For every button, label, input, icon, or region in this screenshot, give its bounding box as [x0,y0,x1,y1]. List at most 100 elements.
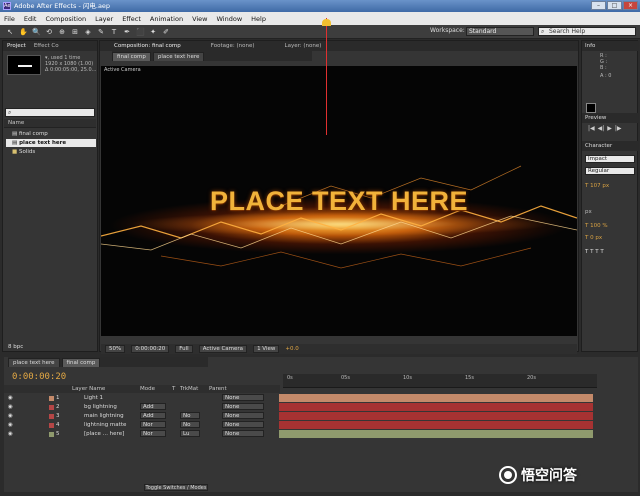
subtab-final-comp[interactable]: final comp [112,52,151,61]
workspace-select[interactable]: Standard [466,27,534,36]
col-layer-name[interactable]: Layer Name [72,385,105,393]
col-parent[interactable]: Parent [209,385,227,393]
project-column-name[interactable]: Name [4,119,96,128]
roto-brush-tool-icon[interactable]: ✦ [149,28,157,36]
close-button[interactable]: × [623,1,638,10]
col-t[interactable]: T [172,385,175,393]
bit-depth[interactable]: 8 bpc [8,344,23,350]
eraser-tool-icon[interactable]: ⬛ [136,28,145,36]
project-search-input[interactable]: ⌕ [5,108,95,117]
rotate-tool-icon[interactable]: ⟲ [45,28,53,36]
tab-layer[interactable]: Layer: (none) [285,43,322,49]
eye-icon[interactable]: ◉ [8,421,13,429]
font-size-field[interactable]: T 107 px [585,183,609,189]
project-item-final-comp[interactable]: ▤ final comp [6,130,96,138]
search-help-field[interactable]: ⌕ Search Help [538,27,636,36]
pan-behind-tool-icon[interactable]: ⊞ [71,28,79,36]
text-style-buttons[interactable]: T T T T [585,249,604,255]
playhead[interactable] [326,18,327,135]
layer-color-label[interactable] [49,431,54,437]
layer-color-label[interactable] [49,404,54,410]
tracking-field[interactable]: px [585,209,592,215]
eye-icon[interactable]: ◉ [8,430,13,438]
layer-duration-bar[interactable] [279,394,593,402]
next-frame-icon[interactable]: |▶ [615,125,622,132]
camera-tool-icon[interactable]: ⊕ [58,28,66,36]
layer-color-label[interactable] [49,395,54,401]
view-layout-select[interactable]: 1 View [253,345,280,353]
menu-file[interactable]: File [4,15,15,23]
project-panel: Project Effect Co [2,40,98,352]
eye-icon[interactable]: ◉ [8,412,13,420]
layer-duration-bar[interactable] [279,403,593,411]
preview-panel-title[interactable]: Preview [582,113,639,123]
menu-effect[interactable]: Effect [122,15,141,23]
play-icon[interactable]: ▶ [607,125,612,132]
camera-select[interactable]: Active Camera [198,345,248,353]
baseline-shift-field[interactable]: T 0 px [585,235,602,241]
search-icon: ⌕ [541,28,545,35]
puppet-tool-icon[interactable]: ✐ [162,28,170,36]
minimize-button[interactable]: – [591,1,606,10]
viewer-controls: 50% 0:00:00:20 Full Active Camera 1 View… [101,344,577,354]
eye-icon[interactable]: ◉ [8,394,13,402]
current-time-indicator[interactable] [322,19,331,26]
exposure-value[interactable]: +0.0 [285,346,298,352]
menu-animation[interactable]: Animation [150,15,183,23]
hand-tool-icon[interactable]: ✋ [19,28,28,36]
layer-row[interactable]: ◉ 2 bg lightning Add None [4,403,280,411]
character-panel-title[interactable]: Character [582,141,639,151]
font-style-select[interactable]: Regular [585,167,635,175]
layer-duration-bar[interactable] [279,430,593,438]
composition-viewer[interactable]: Active Camera PLACE TEXT HERE [101,66,577,336]
eye-icon[interactable]: ◉ [8,403,13,411]
layer-color-label[interactable] [49,413,54,419]
tab-footage[interactable]: Footage: (none) [211,43,255,49]
project-item-place-text-here[interactable]: ▤ place text here [6,139,96,147]
menu-bar: File Edit Composition Layer Effect Anima… [0,12,640,25]
maximize-button[interactable]: □ [607,1,622,10]
mask-tool-icon[interactable]: ◈ [84,28,92,36]
project-item-solids[interactable]: ■ Solids [6,148,96,156]
selection-tool-icon[interactable]: ↖ [6,28,14,36]
window-titlebar: Ae Adobe After Effects - 闪电.aep – □ × [0,0,640,12]
col-mode[interactable]: Mode [140,385,155,393]
pen-tool-icon[interactable]: ✎ [97,28,105,36]
menu-view[interactable]: View [192,15,207,23]
subtab-place-text-here[interactable]: place text here [152,52,205,61]
vertical-scale-field[interactable]: T 100 % [585,223,608,229]
zoom-select[interactable]: 50% [105,345,126,353]
current-time-display[interactable]: 0:00:00:20 [12,372,66,382]
menu-edit[interactable]: Edit [24,15,37,23]
layer-row[interactable]: ◉ 5 [place ... here] Nor Lu None [4,430,280,438]
col-trkmat[interactable]: TrkMat [180,385,198,393]
layer-duration-bar[interactable] [279,412,593,420]
time-ruler[interactable]: 0s 05s 10s 15s 20s [283,374,597,388]
type-tool-icon[interactable]: T [110,28,118,36]
toggle-switches-modes-button[interactable]: Toggle Switches / Modes [144,484,208,491]
layer-color-label[interactable] [49,422,54,428]
project-thumbnail [7,55,41,75]
menu-composition[interactable]: Composition [45,15,86,23]
layer-duration-bar[interactable] [279,421,593,429]
tab-project[interactable]: Project [7,43,26,49]
prev-frame-icon[interactable]: ◀| [598,125,605,132]
layer-row[interactable]: ◉ 4 lightning matte Nor No None [4,421,280,429]
layer-row[interactable]: ◉ 1 Light 1 None [4,394,280,402]
tab-composition[interactable]: Composition: final comp [114,43,181,49]
resolution-select[interactable]: Full [175,345,193,353]
tab-effect-controls[interactable]: Effect Co [34,43,59,49]
font-family-select[interactable]: Impact [585,155,635,163]
zoom-tool-icon[interactable]: 🔍 [32,28,41,36]
brush-tool-icon[interactable]: ✒ [123,28,131,36]
menu-window[interactable]: Window [217,15,243,23]
info-panel-title[interactable]: Info [582,41,639,51]
timeline-tab-final-comp[interactable]: final comp [61,358,101,367]
tools-toolbar: ↖ ✋ 🔍 ⟲ ⊕ ⊞ ◈ ✎ T ✒ ⬛ ✦ ✐ Workspace: Sta… [0,25,640,39]
viewer-timecode[interactable]: 0:00:00:20 [131,345,170,353]
menu-help[interactable]: Help [251,15,266,23]
menu-layer[interactable]: Layer [95,15,113,23]
timeline-tab-place-text-here[interactable]: place text here [8,358,60,367]
layer-row[interactable]: ◉ 3 main lightning Add No None [4,412,280,420]
first-frame-icon[interactable]: |◀ [588,125,595,132]
